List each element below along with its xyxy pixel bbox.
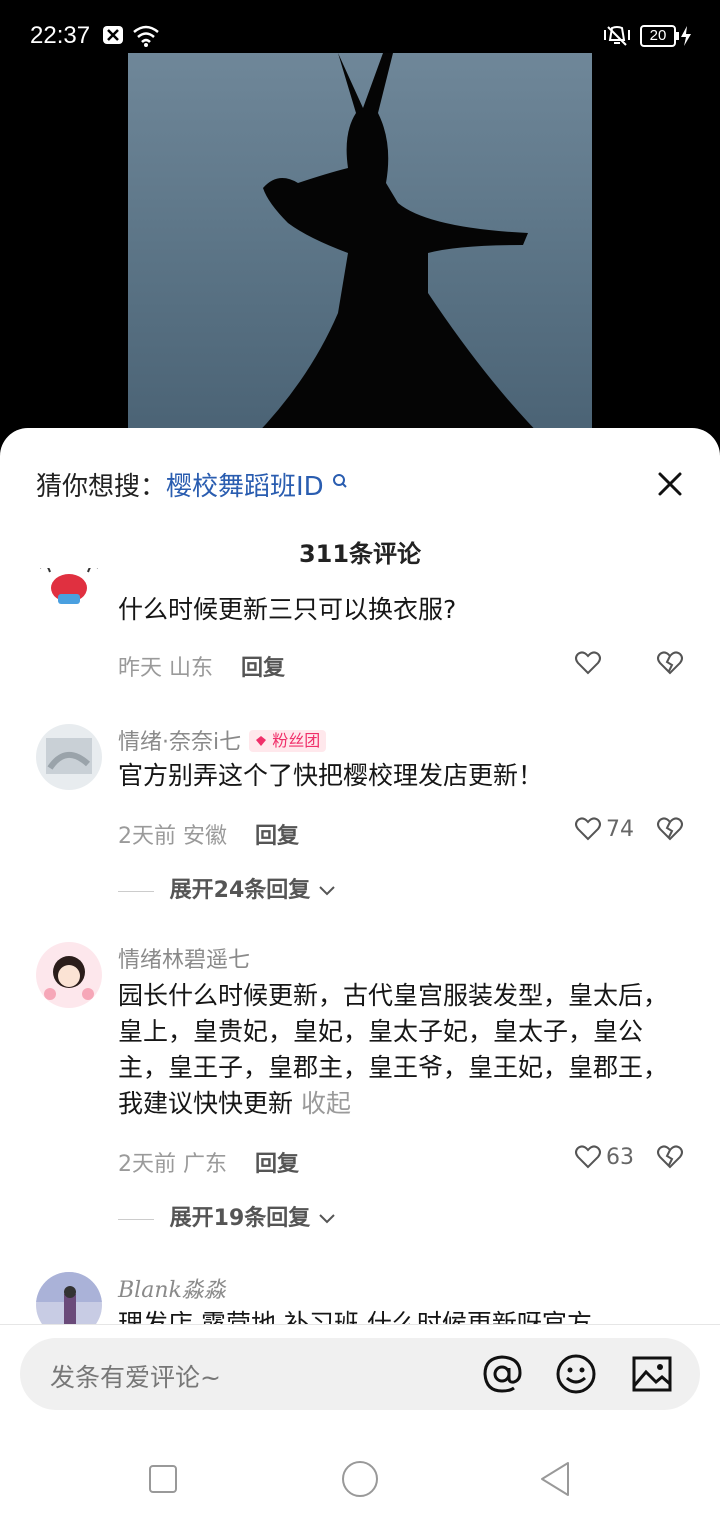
like-button[interactable]: 74	[574, 816, 634, 842]
comment-meta: 昨天 山东 回复	[118, 650, 285, 682]
image-button[interactable]	[630, 1352, 674, 1396]
username-text: 情绪·奈奈i七	[118, 730, 242, 755]
reply-button[interactable]: 回复	[255, 824, 299, 849]
username[interactable]: 情绪林碧遥七	[118, 942, 250, 974]
dislike-button[interactable]	[656, 650, 684, 680]
expand-replies-button[interactable]: 展开24条回复	[118, 872, 336, 904]
username[interactable]: Blank淼淼	[118, 1272, 226, 1304]
heart-icon	[575, 651, 601, 675]
comment-input[interactable]: 发条有爱评论~	[50, 1358, 221, 1394]
expand-replies-label: 展开19条回复	[169, 1206, 311, 1231]
dislike-button[interactable]	[656, 1144, 684, 1174]
broken-heart-icon	[657, 817, 683, 841]
home-icon[interactable]	[341, 1460, 379, 1498]
search-suggestion: 猜你想搜：樱校舞蹈班ID	[36, 466, 348, 503]
battery-level: 20	[649, 27, 667, 44]
comment-text: 什么时候更新三只可以换衣服?	[118, 595, 457, 624]
comment-location: 山东	[169, 656, 214, 681]
search-icon	[332, 474, 347, 488]
comment-list[interactable]: 什么时候更新三只可以换衣服? 昨天 山东 回复 情绪·奈奈i七 粉丝团 官方别弄这…	[0, 568, 720, 1325]
wifi-icon	[132, 24, 160, 52]
reply-button[interactable]: 回复	[241, 656, 285, 681]
at-icon	[483, 1355, 522, 1393]
comment-text: 官方别弄这个了快把樱校理发店更新！	[118, 761, 544, 790]
system-nav-bar	[0, 1436, 720, 1520]
comment-time: 昨天	[118, 656, 163, 681]
smiley-icon	[556, 1354, 596, 1394]
reply-button[interactable]: 回复	[255, 1152, 299, 1177]
suggestion-prefix: 猜你想搜：	[36, 472, 167, 502]
divider	[0, 1324, 720, 1325]
comment-text: 园长什么时候更新，古代皇宫服装发型，皇太后，皇上，皇贵妃，皇妃，皇太子妃，皇太子…	[118, 978, 678, 1122]
username[interactable]: 情绪·奈奈i七 粉丝团	[118, 724, 327, 756]
mention-button[interactable]	[480, 1352, 524, 1396]
comment-count: 311条评论	[298, 540, 422, 568]
chevron-down-icon	[319, 886, 335, 896]
suggestion-link[interactable]: 樱校舞蹈班ID	[166, 472, 324, 502]
expand-replies-button[interactable]: 展开19条回复	[118, 1200, 336, 1232]
silhouette-image	[248, 53, 548, 443]
expand-replies-label: 展开24条回复	[169, 878, 311, 903]
fan-badge-label: 粉丝团	[272, 731, 321, 750]
close-icon	[658, 472, 682, 496]
comment-input-bar[interactable]: 发条有爱评论~	[20, 1338, 700, 1410]
avatar[interactable]	[36, 942, 102, 1008]
charging-icon	[680, 26, 692, 50]
broken-heart-icon	[657, 1145, 683, 1169]
vibrate-icon	[602, 24, 632, 52]
recent-apps-icon[interactable]	[148, 1464, 178, 1494]
video-preview[interactable]	[128, 53, 592, 443]
avatar[interactable]	[36, 724, 102, 790]
emoji-button[interactable]	[554, 1352, 598, 1396]
back-icon[interactable]	[538, 1461, 572, 1497]
comment-location: 安徽	[183, 824, 228, 849]
dislike-button[interactable]	[656, 816, 684, 846]
like-button[interactable]	[574, 650, 606, 676]
heart-icon	[575, 817, 601, 841]
comment-sheet: 猜你想搜：樱校舞蹈班ID 311条评论 什么时候更新三只可以换衣服? 昨天 山东…	[0, 428, 720, 1520]
fan-badge: 粉丝团	[249, 730, 327, 752]
status-time: 22:37	[30, 22, 91, 49]
comment-text: 理发店 露营地 补习班 什么时候更新呀官方	[118, 1309, 592, 1325]
like-button[interactable]: 63	[574, 1144, 634, 1170]
like-count: 74	[606, 816, 634, 842]
notification-icon	[102, 24, 124, 50]
comment-location: 广东	[183, 1152, 228, 1177]
comment-text-body: 园长什么时候更新，古代皇宫服装发型，皇太后，皇上，皇贵妃，皇妃，皇太子妃，皇太子…	[118, 981, 669, 1118]
broken-heart-icon	[657, 651, 683, 675]
comment-time: 2天前	[118, 824, 176, 849]
heart-icon	[575, 1145, 601, 1169]
diamond-icon	[256, 736, 267, 746]
comment-meta: 2天前 安徽 回复	[118, 818, 299, 850]
like-count: 63	[606, 1144, 634, 1170]
close-button[interactable]	[650, 464, 690, 504]
comment-meta: 2天前 广东 回复	[118, 1146, 299, 1178]
avatar[interactable]	[36, 1272, 102, 1325]
chevron-down-icon	[319, 1214, 335, 1224]
image-icon	[632, 1356, 672, 1392]
avatar[interactable]	[36, 568, 102, 608]
comment-time: 2天前	[118, 1152, 176, 1177]
collapse-button[interactable]: 收起	[301, 1089, 351, 1118]
